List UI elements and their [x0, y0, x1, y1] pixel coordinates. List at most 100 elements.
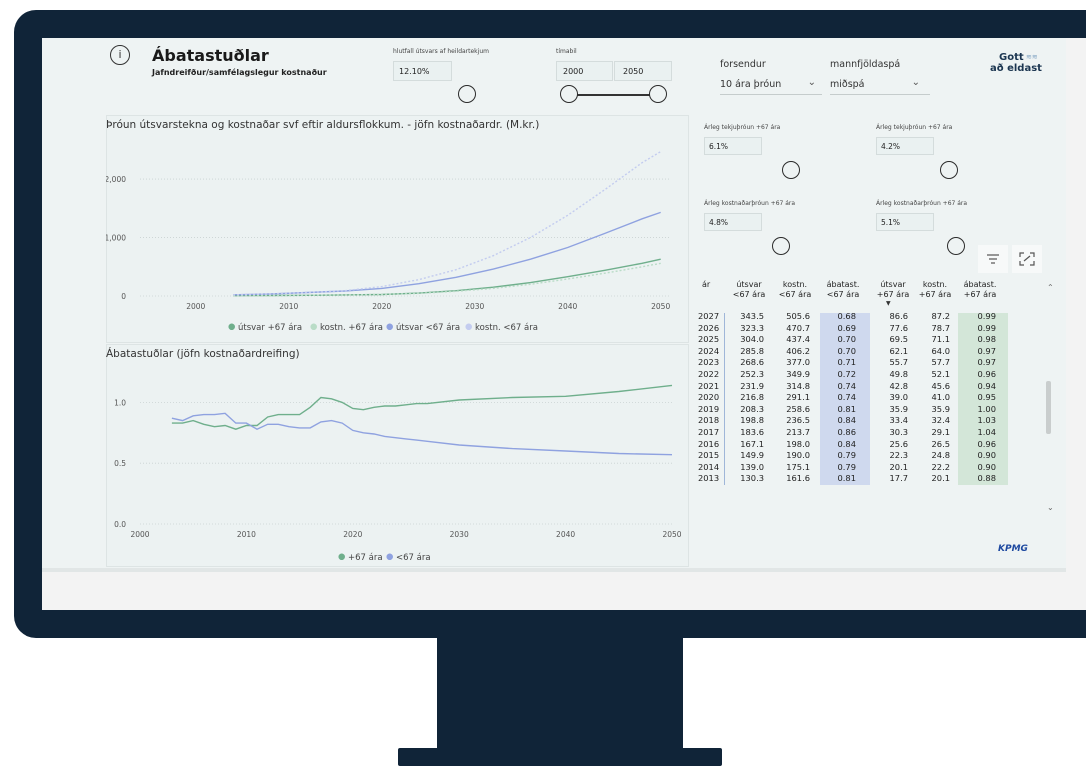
logo-line-1: Gott — [999, 52, 1024, 63]
legend-dot: ● — [338, 552, 346, 562]
table-cell: 35.9 — [889, 403, 908, 414]
table-cell: 2024 — [698, 345, 720, 356]
table-cell: 39.0 — [889, 392, 908, 403]
column-header[interactable]: kostn. — [778, 280, 812, 290]
table-header: ár útsvar <67 ára kostn. <67 ára ábatast… — [696, 275, 1036, 313]
table-cell: 64.0 — [931, 345, 950, 356]
table-cell: 0.79 — [837, 461, 856, 472]
kostn-a-label: Árleg kostnaðarþróun +67 ára — [704, 200, 796, 207]
period-slider-start-handle[interactable] — [560, 85, 578, 103]
x-tick-label: 2010 — [279, 302, 298, 311]
tekju-b-box[interactable]: 4.2% — [876, 137, 934, 155]
table-cell: 35.9 — [931, 403, 950, 414]
legend-dot: ● — [386, 552, 394, 562]
table-scrollbar-thumb[interactable] — [1046, 381, 1051, 434]
table-cell: 0.84 — [837, 438, 856, 449]
table-cell: 2018 — [698, 415, 720, 426]
table-cell: 2016 — [698, 438, 720, 449]
mannfjoldaspa-dropdown[interactable]: miðspá ⌄ — [830, 76, 930, 95]
mannfjoldaspa-label: mannfjöldaspá — [830, 59, 901, 70]
period-slider-end-handle[interactable] — [649, 85, 667, 103]
sort-down-icon[interactable]: ▼ — [886, 300, 891, 307]
column-header[interactable]: útsvar — [876, 280, 910, 290]
table-row: 2017 183.6 213.7 0.86 30.3 29.1 1.04 — [696, 427, 1036, 439]
tekju-a-slider-handle[interactable] — [782, 161, 800, 179]
table-cell: 0.88 — [977, 473, 996, 484]
table-row: 2026 323.3 470.7 0.69 77.6 78.7 0.99 — [696, 322, 1036, 335]
column-header[interactable]: ábatast. — [824, 280, 862, 290]
kostn-a-box[interactable]: 4.8% — [704, 213, 762, 231]
table-row: 2013 130.3 161.6 0.81 17.7 20.1 0.88 — [696, 473, 1036, 485]
table-cell: 1.03 — [977, 415, 996, 426]
table-cell: 24.8 — [931, 450, 950, 461]
monitor-stand-base — [398, 748, 722, 766]
table-cell: 0.95 — [977, 392, 996, 403]
column-header[interactable]: ábatast. — [960, 280, 1000, 290]
data-table: ár útsvar <67 ára kostn. <67 ára ábatast… — [696, 275, 1061, 572]
chart-trend-plot: 0 1,000 2,000 2000 2010 2020 2030 2040 2050 — [106, 150, 670, 311]
tekju-a-box[interactable]: 6.1% — [704, 137, 762, 155]
table-cell: 161.6 — [786, 473, 810, 484]
table-cell: 0.99 — [977, 322, 996, 333]
table-row: 2014 139.0 175.1 0.79 20.1 22.2 0.90 — [696, 461, 1036, 474]
table-cell: 149.9 — [740, 450, 764, 461]
monitor-screen: i Ábatastuðlar Jafndreifður/samfélagsleg… — [42, 38, 1086, 610]
table-cell: 0.70 — [837, 345, 856, 356]
y-tick-label: 0.5 — [114, 459, 126, 468]
table-cell: 252.3 — [740, 369, 764, 379]
table-cell: 55.7 — [889, 357, 908, 368]
table-cell: 2019 — [698, 403, 720, 414]
logo-line-2: að eldast — [990, 63, 1042, 74]
period-to-box[interactable]: 2050 — [614, 61, 672, 81]
table-cell: 57.7 — [931, 357, 950, 368]
table-cell: 0.94 — [977, 380, 996, 391]
legend-dot: ● — [310, 322, 318, 332]
table-cell: 0.74 — [837, 380, 856, 391]
table-cell: 190.0 — [786, 450, 810, 461]
y-tick-label: 2,000 — [106, 175, 126, 184]
table-cell: 77.6 — [889, 322, 908, 333]
x-tick-label: 2020 — [372, 302, 391, 311]
table-cell: 2026 — [698, 322, 720, 333]
table-cell: 69.5 — [889, 334, 908, 345]
share-slider-label: hlutfall útsvars af heildartekjum — [393, 48, 489, 55]
table-row: 2022 252.3 349.9 0.72 49.8 52.1 0.96 — [696, 369, 1036, 381]
scroll-down-icon[interactable]: ⌄ — [1047, 503, 1054, 512]
forsendur-dropdown[interactable]: 10 ára þróun ⌄ — [720, 76, 822, 95]
y-tick-label: 1.0 — [114, 398, 126, 407]
table-cell: 0.68 — [837, 313, 856, 321]
scroll-up-icon[interactable]: ⌃ — [1047, 283, 1054, 292]
column-header[interactable]: útsvar — [732, 280, 766, 290]
table-cell: 22.2 — [931, 461, 950, 472]
table-cell: 0.97 — [977, 357, 996, 368]
column-separator — [724, 450, 725, 462]
table-cell: 406.2 — [786, 345, 810, 356]
column-header[interactable]: kostn. — [918, 280, 952, 290]
table-cell: 2014 — [698, 461, 720, 472]
focus-mode-icon[interactable] — [1012, 245, 1042, 273]
table-cell: 470.7 — [786, 322, 810, 333]
table-row: 2024 285.8 406.2 0.70 62.1 64.0 0.97 — [696, 345, 1036, 358]
kostn-a-slider-handle[interactable] — [772, 237, 790, 255]
column-header[interactable]: ár — [702, 280, 710, 290]
table-cell: 0.79 — [837, 450, 856, 461]
forsendur-label: forsendur — [720, 59, 766, 70]
x-tick-label: 2000 — [130, 530, 149, 539]
x-tick-label: 2000 — [186, 302, 205, 311]
period-from-box[interactable]: 2000 — [556, 61, 613, 81]
kostn-b-slider-handle[interactable] — [947, 237, 965, 255]
kostn-b-box[interactable]: 5.1% — [876, 213, 934, 231]
column-separator — [724, 313, 725, 323]
table-cell: 304.0 — [740, 334, 764, 345]
table-row: 2027 343.5 505.6 0.68 86.6 87.2 0.99 — [696, 313, 1036, 323]
info-icon[interactable]: i — [110, 45, 130, 65]
share-value-box[interactable]: 12.10% — [393, 61, 452, 81]
filter-icon[interactable] — [978, 245, 1008, 273]
share-slider-handle[interactable] — [458, 85, 476, 103]
table-cell: 25.6 — [889, 438, 908, 449]
table-cell: 52.1 — [931, 369, 950, 379]
legend-item: kostn. +67 ára — [320, 323, 383, 333]
tekju-b-slider-handle[interactable] — [940, 161, 958, 179]
table-cell: 0.86 — [837, 427, 856, 437]
table-body: 2027 343.5 505.6 0.68 86.6 87.2 0.99 2026 323.3 4… — [696, 313, 1036, 572]
